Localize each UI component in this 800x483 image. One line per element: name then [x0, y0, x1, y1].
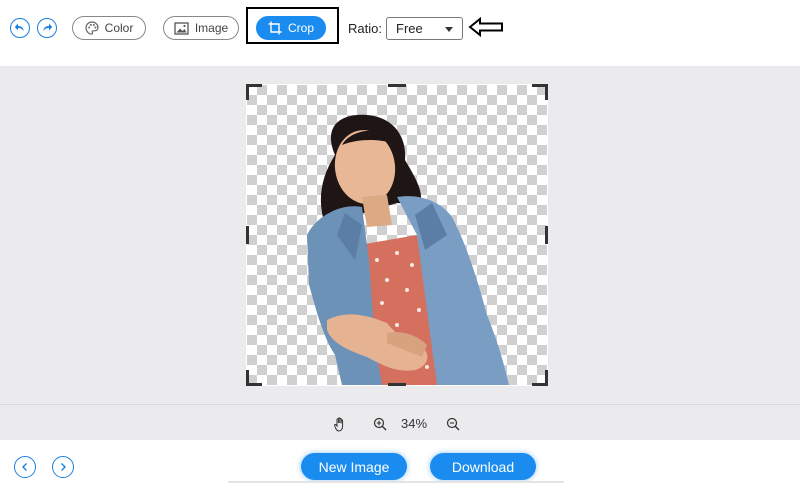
image-icon	[174, 21, 189, 35]
crop-handle-bottom[interactable]	[388, 383, 406, 386]
crop-handle-top-right[interactable]	[532, 84, 548, 100]
pointer-arrow-icon	[468, 16, 503, 38]
undo-button[interactable]	[10, 18, 30, 38]
zoom-value: 34%	[401, 416, 428, 431]
crop-icon	[268, 21, 282, 35]
crop-button[interactable]: Crop	[256, 16, 326, 40]
chevron-down-icon	[445, 27, 453, 32]
color-button[interactable]: Color	[72, 16, 146, 40]
crop-handle-top-left[interactable]	[246, 84, 262, 100]
zoom-bar: 34%	[0, 404, 800, 440]
zoom-in-icon[interactable]	[373, 417, 387, 431]
previous-button[interactable]	[14, 456, 36, 478]
crop-handle-bottom-right[interactable]	[532, 370, 548, 386]
chevron-left-icon	[22, 463, 27, 471]
download-button[interactable]: Download	[430, 453, 536, 480]
undo-icon	[14, 23, 24, 31]
image-button[interactable]: Image	[163, 16, 239, 40]
image-label: Image	[194, 21, 229, 35]
ratio-value: Free	[396, 21, 423, 36]
crop-handle-right[interactable]	[545, 226, 548, 244]
ratio-select[interactable]: Free	[386, 17, 463, 40]
color-label: Color	[104, 21, 134, 35]
chevron-right-icon	[61, 463, 66, 471]
ratio-label: Ratio:	[348, 21, 382, 36]
redo-icon	[43, 23, 53, 31]
zoom-out-icon[interactable]	[446, 417, 460, 431]
new-image-label: New Image	[318, 458, 390, 475]
redo-button[interactable]	[37, 18, 57, 38]
crop-handle-top[interactable]	[388, 84, 406, 87]
download-label: Download	[451, 458, 515, 475]
person-photo	[307, 114, 509, 385]
palette-icon	[85, 21, 99, 35]
footer: New Image Download	[0, 440, 800, 483]
toolbar: Color Image Crop Ratio: Free	[0, 0, 800, 66]
next-button[interactable]	[52, 456, 74, 478]
new-image-button[interactable]: New Image	[301, 453, 407, 480]
crop-image[interactable]	[246, 84, 548, 386]
crop-label: Crop	[287, 21, 314, 35]
hand-icon[interactable]	[334, 417, 347, 432]
crop-handle-bottom-left[interactable]	[246, 370, 262, 386]
crop-handle-left[interactable]	[246, 226, 249, 244]
